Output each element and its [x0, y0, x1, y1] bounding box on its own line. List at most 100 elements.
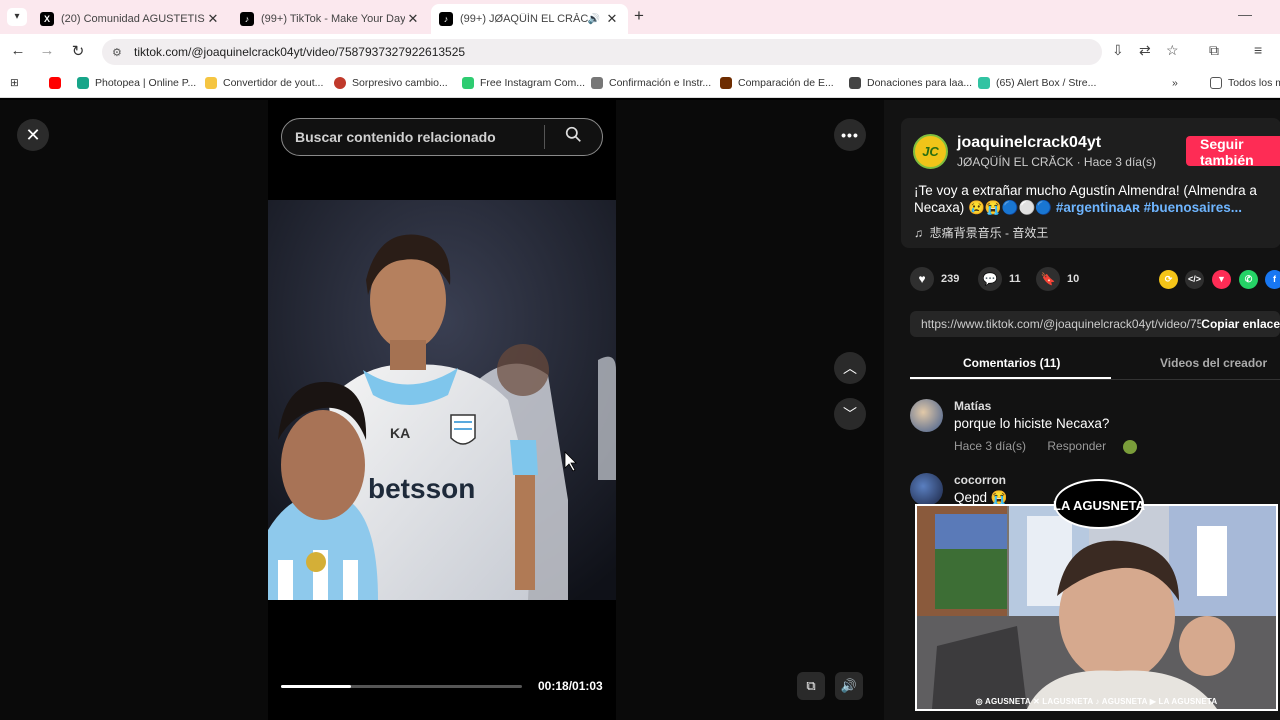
compare-icon: [720, 77, 732, 89]
back-icon[interactable]: ←: [8, 42, 28, 59]
avatar[interactable]: JC: [913, 134, 948, 169]
save-button[interactable]: 🔖 10: [1036, 267, 1079, 291]
url-text: tiktok.com/@joaquinelcrack04yt/video/758…: [134, 45, 466, 59]
bookmark-star-icon[interactable]: ☆: [1166, 42, 1179, 59]
donate-icon: [849, 77, 861, 89]
stream-logo: LA AGUSNETA: [1052, 474, 1146, 530]
follow-button[interactable]: Seguir también: [1186, 136, 1280, 168]
panel-tabs: Comentarios (11) Videos del creador: [910, 350, 1280, 380]
reload-icon[interactable]: ↻: [68, 42, 88, 60]
more-bookmarks-icon[interactable]: »: [1172, 77, 1178, 89]
bookmark-convertidor[interactable]: Convertidor de yout...: [205, 77, 323, 89]
tab-joaquin[interactable]: ♪ (99+) JØAQÜÍN EL CRǍCK (@joaquinelcrac…: [431, 4, 628, 34]
heart-icon: ♥: [910, 267, 934, 291]
whatsapp-icon[interactable]: ✆: [1239, 270, 1258, 289]
progress-bar[interactable]: [281, 685, 522, 688]
converter-icon: [205, 77, 217, 89]
comment-button[interactable]: 💬 11: [978, 267, 1021, 291]
repost-icon[interactable]: ⟳: [1159, 270, 1178, 289]
comment-author[interactable]: Matías: [954, 399, 991, 413]
apps-icon[interactable]: ⊞: [10, 77, 19, 89]
streamlabs-icon: [978, 77, 990, 89]
address-bar[interactable]: ⚙ tiktok.com/@joaquinelcrack04yt/video/7…: [102, 39, 1102, 65]
extensions-icon[interactable]: ⧉: [1209, 42, 1219, 59]
minimize-icon[interactable]: —: [1238, 6, 1252, 22]
jersey-sponsor-text: betsson: [368, 473, 475, 504]
bookmark-instagram[interactable]: Free Instagram Com...: [462, 77, 585, 89]
bookmark-donaciones[interactable]: Donaciones para laa...: [849, 77, 972, 89]
photopea-icon: [77, 77, 89, 89]
video-link[interactable]: https://www.tiktok.com/@joaquinelcrack04…: [921, 317, 1201, 331]
progress-fill: [281, 685, 351, 688]
bookmark-confirmacion[interactable]: Confirmación e Instr...: [591, 77, 711, 89]
stream-socials: ◎ AGUSNETA ✕ LAGUSNETA ♪ AGUSNETA ▶ LA A…: [975, 697, 1218, 706]
active-tab-indicator: [910, 377, 1111, 379]
tab-comments[interactable]: Comentarios (11): [963, 356, 1060, 370]
bookmark-comparacion[interactable]: Comparación de E...: [720, 77, 834, 89]
bookmark-label: Photopea | Online P...: [95, 77, 197, 89]
install-icon[interactable]: ⇩: [1112, 42, 1124, 59]
avatar[interactable]: [910, 399, 943, 432]
video-description: ¡Te voy a extrañar mucho Agustín Almendr…: [914, 182, 1269, 216]
tab-comunidad[interactable]: X (20) Comunidad AGUSTETISMO ✕: [32, 4, 229, 34]
bookmark-sorpresivo[interactable]: Sorpresivo cambio...: [334, 77, 448, 89]
tiktok-icon: ♪: [240, 12, 254, 26]
browser-toolbar: ← → ↻ ⚙ tiktok.com/@joaquinelcrack04yt/v…: [0, 34, 1280, 70]
new-tab-button[interactable]: +: [634, 6, 652, 26]
chevron-up-icon[interactable]: ︿: [834, 352, 866, 384]
tab-creator-videos[interactable]: Videos del creador: [1160, 356, 1267, 370]
svg-text:KA: KA: [390, 425, 410, 441]
facebook-icon[interactable]: f: [1265, 270, 1280, 289]
w-icon: [462, 77, 474, 89]
tab-close-icon[interactable]: ✕: [604, 11, 620, 27]
chevron-down-icon[interactable]: ﹀: [834, 398, 866, 430]
author-card: JC joaquinelcrack04yt JØAQÜÍN EL CRǍCK ·…: [901, 118, 1280, 248]
author-username[interactable]: joaquinelcrack04yt: [957, 134, 1101, 152]
embed-icon[interactable]: </>: [1185, 270, 1204, 289]
video-player[interactable]: KA betsson 00:18/01:03: [268, 100, 616, 720]
like-button[interactable]: ♥ 239: [910, 267, 959, 291]
avatar[interactable]: [910, 473, 943, 506]
volume-icon[interactable]: 🔊: [835, 672, 863, 700]
site-info-icon[interactable]: ⚙: [112, 46, 126, 59]
save-count: 10: [1067, 273, 1080, 285]
search-input[interactable]: [282, 129, 544, 145]
close-icon[interactable]: ✕: [17, 119, 49, 151]
comment-icon: 💬: [978, 267, 1002, 291]
folder-icon: [1210, 77, 1222, 89]
more-options-icon[interactable]: •••: [834, 119, 866, 151]
bookmark-label: (65) Alert Box / Stre...: [996, 77, 1097, 89]
hashtags-link[interactable]: #argentinaᴀʀ #buenosaires...: [1056, 200, 1242, 215]
browser-tab-strip: ▾ X (20) Comunidad AGUSTETISMO ✕ ♪ (99+)…: [0, 0, 1280, 34]
reading-list-icon[interactable]: ≡: [1254, 42, 1262, 58]
translate-icon[interactable]: ⇄: [1139, 42, 1151, 59]
bookmark-youtube[interactable]: [49, 77, 67, 89]
speaker-icon[interactable]: 🔊: [588, 14, 600, 25]
bookmark-label: Sorpresivo cambio...: [352, 77, 448, 89]
related-search: [281, 118, 603, 156]
streamer-webcam: ◎ AGUSNETA ✕ LAGUSNETA ♪ AGUSNETA ▶ LA A…: [915, 504, 1278, 711]
copy-link-button[interactable]: Copiar enlace: [1201, 317, 1280, 331]
tab-search-button[interactable]: ▾: [7, 8, 27, 26]
tiktok-icon: ♪: [439, 12, 453, 26]
tab-close-icon[interactable]: ✕: [405, 11, 421, 27]
tab-close-icon[interactable]: ✕: [205, 11, 221, 27]
floating-player-icon[interactable]: ⧉: [797, 672, 825, 700]
forward-icon[interactable]: →: [37, 42, 57, 59]
music-line[interactable]: ♫ 悲痛背景音乐 - 音效王: [914, 224, 1048, 241]
send-icon[interactable]: ▼: [1212, 270, 1231, 289]
search-icon[interactable]: [545, 126, 602, 148]
bookmark-label: Confirmación e Instr...: [609, 77, 712, 89]
bookmark-alertbox[interactable]: (65) Alert Box / Stre...: [978, 77, 1096, 89]
comment-author[interactable]: cocorron: [954, 473, 1006, 487]
all-bookmarks[interactable]: Todos los m: [1210, 77, 1280, 89]
tab-tiktok[interactable]: ♪ (99+) TikTok - Make Your Day ✕: [232, 4, 429, 34]
like-count: 239: [941, 273, 960, 285]
video-frame[interactable]: KA betsson: [268, 200, 616, 600]
bookmark-photopea[interactable]: Photopea | Online P...: [77, 77, 196, 89]
music-note-icon: ♫: [914, 226, 923, 240]
tab-title: (20) Comunidad AGUSTETISMO: [61, 13, 205, 25]
comment-text: porque lo hiciste Necaxa?: [954, 416, 1110, 431]
reply-button[interactable]: Responder: [1047, 439, 1106, 453]
bookmark-icon: 🔖: [1036, 267, 1060, 291]
